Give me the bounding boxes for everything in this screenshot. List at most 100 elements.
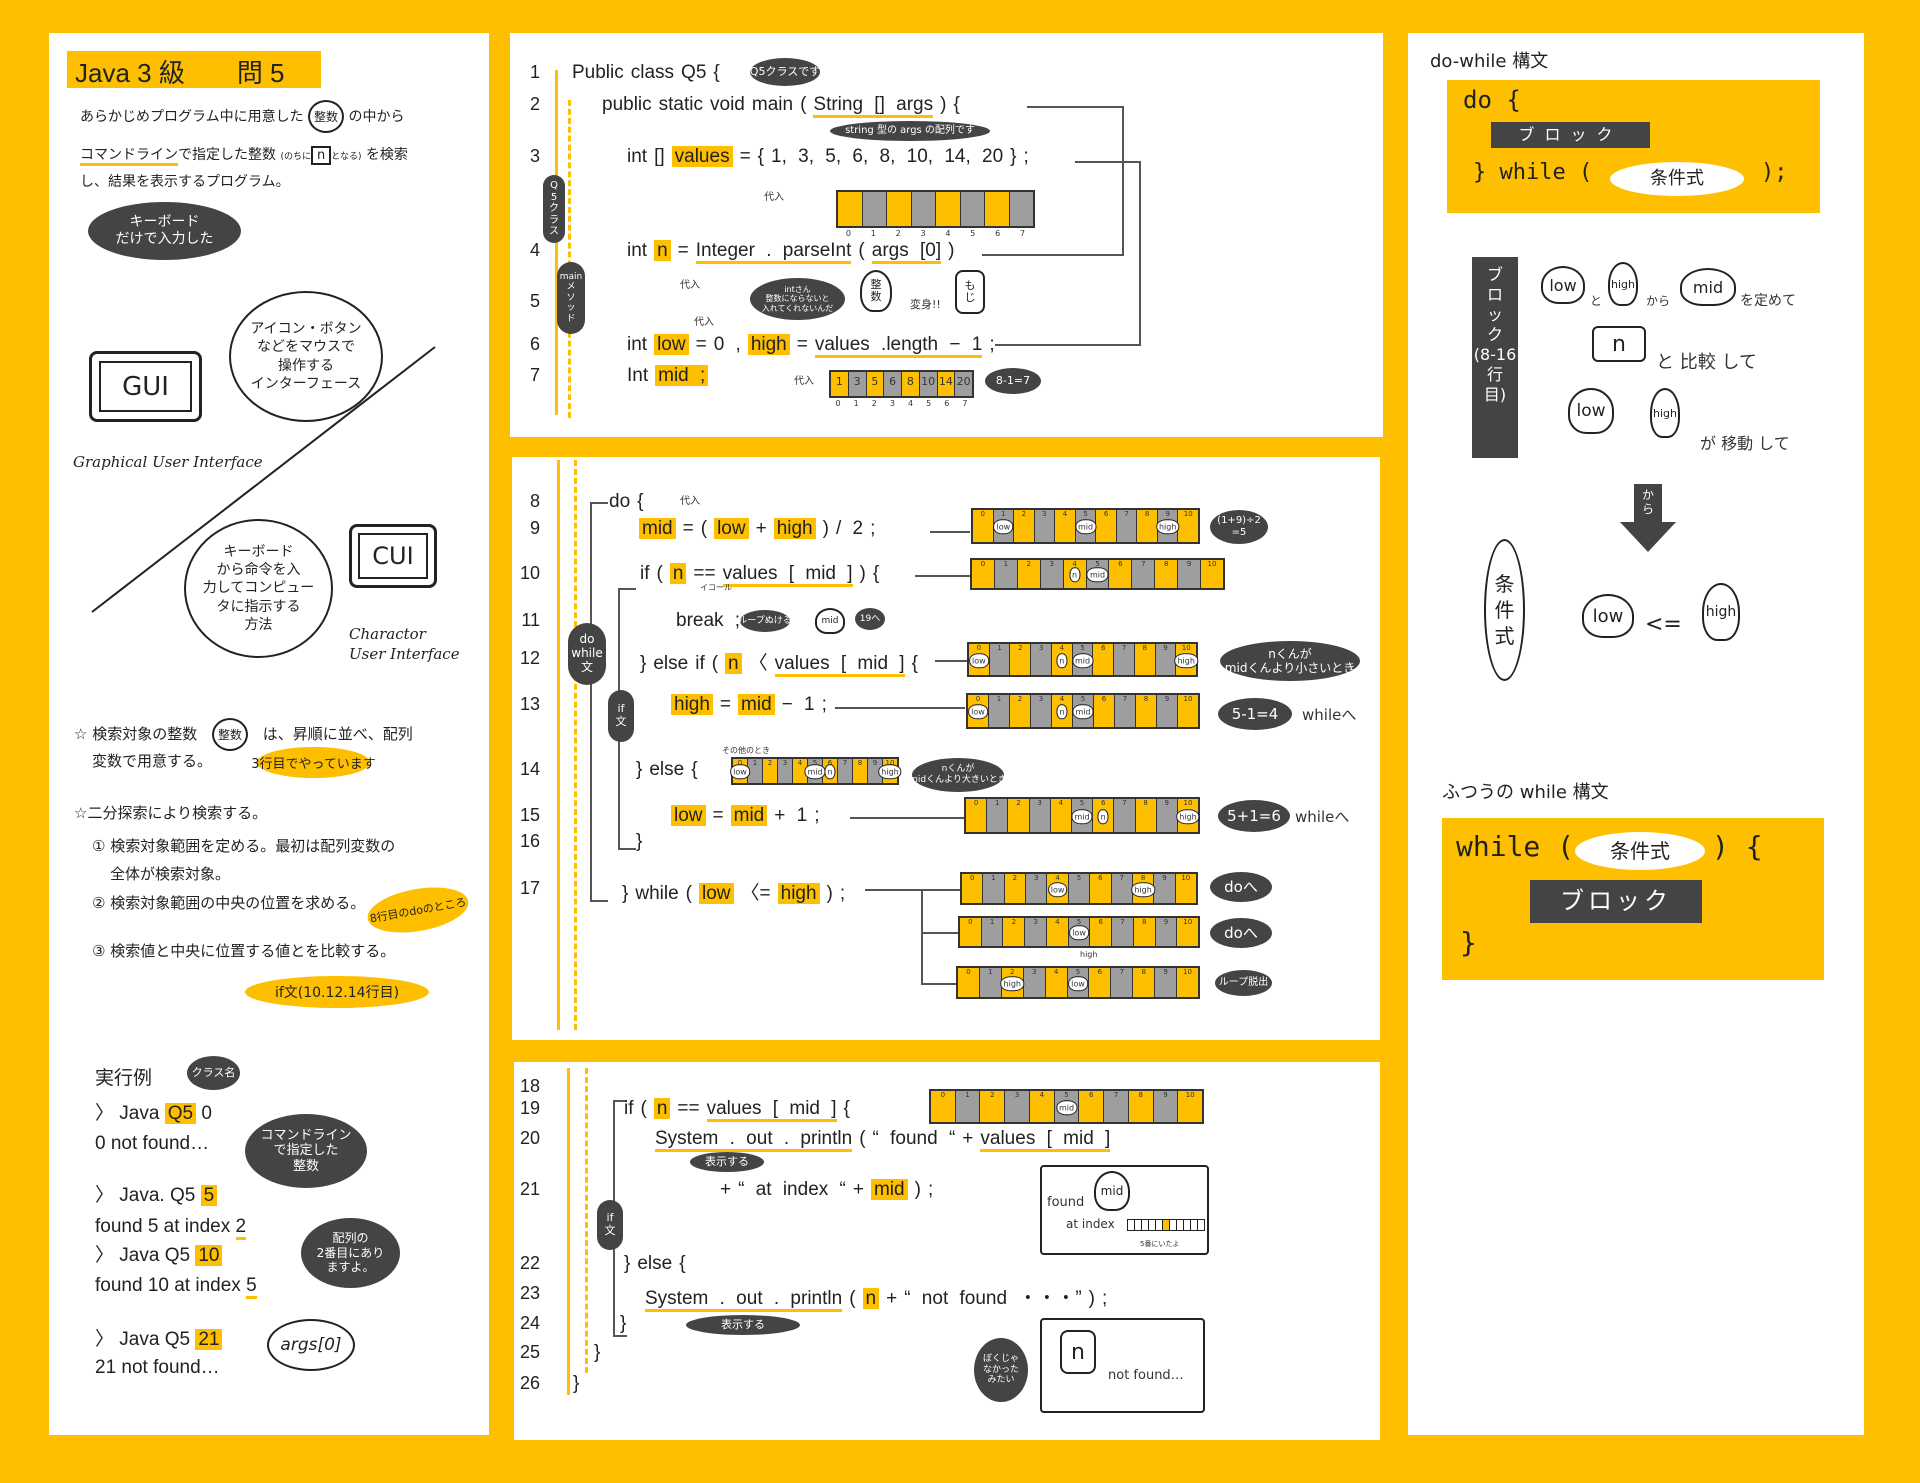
- code-token: +: [755, 518, 767, 539]
- array-cell: 1: [989, 644, 1011, 675]
- less-equal-text: <=: [1645, 612, 1682, 637]
- at-index-label: at index: [1066, 1217, 1115, 1231]
- code-token: if: [624, 1098, 634, 1119]
- array-cell: 4n: [1052, 695, 1073, 727]
- code-token: ): [1088, 1288, 1095, 1309]
- array-cell: 2: [1004, 874, 1027, 903]
- array-cell: 2: [1017, 560, 1041, 588]
- array-cell: 8: [902, 372, 920, 396]
- do-end: );: [1761, 160, 1788, 185]
- array-cell: 0 low: [968, 695, 989, 727]
- variable-highlight: mid: [639, 518, 676, 539]
- n-marker-icon: n: [1069, 567, 1081, 583]
- array-cell: 5 mid: [1086, 560, 1110, 588]
- array-strip-found: 012345nmid678910: [929, 1089, 1204, 1124]
- array-cell: 0: [958, 968, 980, 997]
- not-found-illustration: n not found…: [1040, 1318, 1205, 1413]
- code-line: low = mid + 1;: [671, 805, 826, 827]
- array-cell: 10: [1177, 968, 1198, 997]
- array-cell: 3: [1025, 918, 1047, 946]
- condition-vertical-oval: 条 件 式: [1484, 539, 1525, 681]
- array-cell: 6: [1090, 874, 1112, 903]
- code-token: {: [691, 759, 698, 780]
- text: が 移動 して: [1700, 434, 1790, 453]
- array-values-strip: 1 3 5 6 8 10 14 20: [829, 370, 974, 398]
- code-token: break ;: [676, 610, 741, 631]
- display-bubble: 表示する: [690, 1152, 764, 1172]
- array-cell: 0 low: [730, 759, 750, 783]
- code-token: values [ mid ]: [722, 563, 853, 587]
- calc-low-bubble: 5+1=6: [1218, 800, 1290, 832]
- array-index: 4: [908, 399, 914, 408]
- code-token: System . out . println: [645, 1288, 843, 1312]
- array-cell: 8: [1135, 799, 1157, 832]
- array-cell: 1: [748, 759, 763, 783]
- loop-exit-bubble: ループぬける: [738, 610, 792, 632]
- to-while-note: whileへ: [1295, 808, 1350, 826]
- dowhile-bracket: [590, 502, 608, 902]
- array-cell: 10: [1201, 560, 1223, 588]
- array-cell: 1: [955, 1091, 981, 1122]
- to-do-bubble: doへ: [1210, 918, 1272, 948]
- connector-arrows: [982, 106, 1141, 346]
- array-cell: [936, 192, 961, 226]
- main-scope-line: [585, 1068, 588, 1373]
- array-cell: 0: [960, 918, 982, 946]
- code-token: “ not found ・・・”: [904, 1288, 1082, 1309]
- array-cell: 5: [866, 372, 885, 396]
- array-cell: [960, 192, 985, 226]
- array-cell: [887, 192, 912, 226]
- prompt: 〉 Java. Q5: [95, 1185, 201, 1206]
- array-cell: 7: [1114, 644, 1135, 675]
- index-bubble: 配列の 2番目にあり ますよ。: [301, 1218, 400, 1288]
- array-cell: 1: [989, 695, 1010, 727]
- array-cell: 8: [1133, 918, 1156, 946]
- cui-bubble: キーボード から命令を入 力してコンピュー タに指示する 方法: [184, 519, 333, 658]
- code-token: (: [859, 1128, 866, 1149]
- connector-line: [915, 575, 970, 577]
- variable-highlight: n: [862, 1288, 880, 1309]
- line-number: 12: [519, 648, 540, 668]
- array-cell: 3: [1031, 644, 1052, 675]
- array-cell: 10 high: [1174, 644, 1198, 675]
- n-marker-icon: n: [1056, 652, 1068, 668]
- dowhile-pill: do while 文: [568, 623, 606, 685]
- n-character-icon: n: [1060, 1330, 1096, 1374]
- n-smaller-bubble: nくんが midくんより小さいとき: [1220, 641, 1360, 681]
- high-marker-icon: high: [878, 764, 902, 780]
- array-cell: 9: [1178, 560, 1202, 588]
- array-cell: 8: [1133, 968, 1156, 997]
- text: を定めて: [1740, 293, 1796, 309]
- array-cell: 4: [1050, 799, 1072, 832]
- argument: 0: [201, 1103, 212, 1124]
- array-cell: 9: [1154, 874, 1176, 903]
- code-token: ;: [814, 805, 820, 826]
- array-cell: 7: [1114, 799, 1136, 832]
- code-token: (: [849, 1288, 856, 1309]
- to-while-note: whileへ: [1302, 706, 1357, 724]
- high-character-icon: high: [1608, 262, 1638, 306]
- line-number: 15: [519, 805, 540, 825]
- code-line: if (n == values [ mid ]) {: [640, 563, 886, 587]
- code-token: (: [711, 653, 719, 674]
- line-number: 20: [519, 1128, 540, 1148]
- code-token: ;: [870, 518, 876, 539]
- variable-highlight: high: [671, 694, 713, 715]
- array-cell: 4n: [1051, 644, 1073, 675]
- found-label: found: [1047, 1195, 1085, 1210]
- low-character-icon: low: [1541, 266, 1585, 304]
- code-token: values [ mid ]: [706, 1098, 837, 1122]
- high-character-icon: high: [1702, 583, 1740, 641]
- code-token: }: [624, 1253, 631, 1274]
- array-cell: 10: [1178, 510, 1199, 542]
- array-cell: 10: [919, 372, 938, 396]
- syntax-panel: [1408, 33, 1864, 1435]
- code-token: ): [822, 518, 829, 539]
- high-character-icon: high: [1650, 388, 1680, 438]
- cui-label: CUI: [358, 533, 428, 579]
- array-cell: [985, 192, 1010, 226]
- array-cell: 4 low: [1047, 874, 1069, 903]
- array-cell: 7: [838, 759, 853, 783]
- array-cell: 20: [955, 372, 972, 396]
- connector-line: [835, 707, 965, 709]
